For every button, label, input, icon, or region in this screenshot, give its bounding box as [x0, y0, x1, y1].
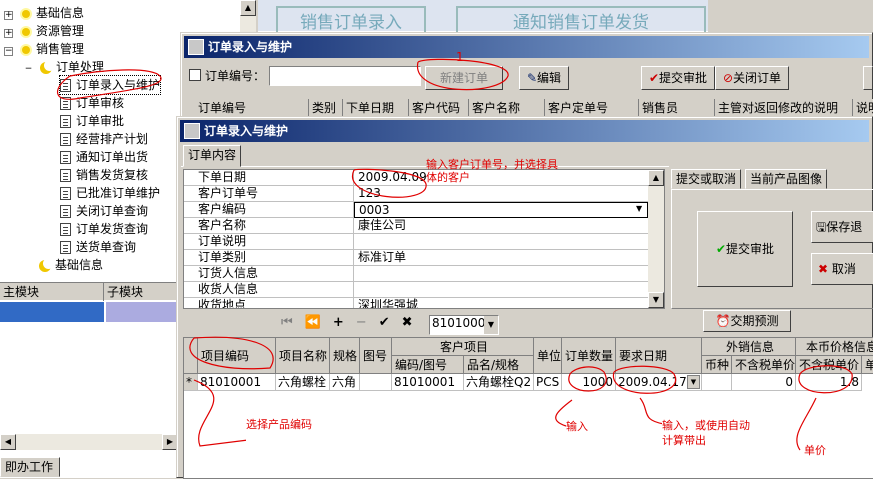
annotation-circle-tree-item: [56, 69, 162, 100]
annotation-circle-quantity: [568, 366, 607, 392]
annotation-step-one: 1: [456, 50, 464, 64]
annotation-box-quantity: 输入: [566, 418, 624, 478]
annotation-circle-item-code: [189, 336, 274, 370]
annotation-arrow-date: [639, 397, 665, 425]
red-annotation-strokes: [56, 58, 853, 451]
annotation-enter-customer: 输入客户订单号，并选择具体的客户: [426, 158, 558, 184]
annotation-box-date: 输入，或使用自动计算带出: [662, 418, 750, 478]
tab-order-content[interactable]: 订单内容: [183, 145, 242, 167]
annotation-box-item-code: 选择产品编码: [246, 416, 438, 468]
annotation-circle-customer-order: [351, 168, 427, 198]
annotation-circle-price: [798, 365, 853, 394]
annotation-box-price: 单价: [804, 440, 862, 470]
annotation-circle-date: [613, 365, 677, 394]
annotation-arrow-item-code: [193, 379, 249, 447]
